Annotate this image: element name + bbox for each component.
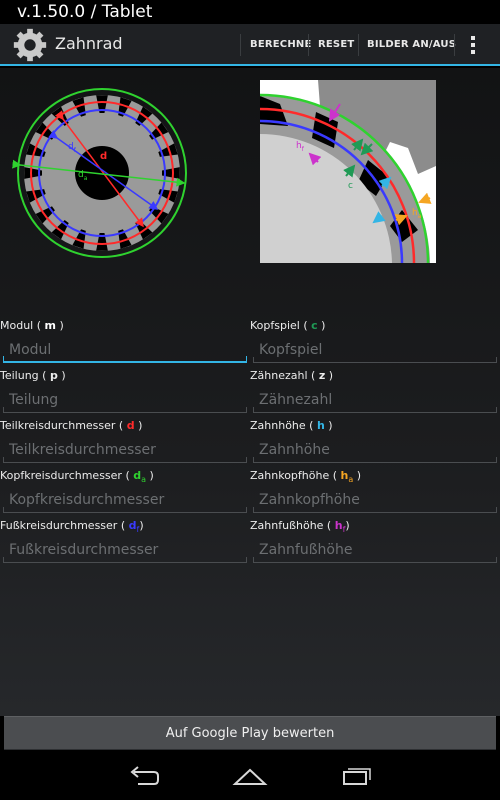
label-c: c [348,181,353,191]
fusskreisdurchmesser-input[interactable] [3,533,247,561]
fusskreisdurchmesser-field[interactable] [3,533,247,563]
separator [240,34,241,56]
window-title: v.1.50.0 / Tablet [17,2,153,22]
berechne-button[interactable]: BERECHNE [250,24,312,66]
overflow-menu-icon[interactable] [462,24,484,66]
navigation-bar [0,752,500,800]
app-title: Zahnrad [55,34,123,53]
recents-icon[interactable] [336,762,376,790]
zaehnezahl-label: Zähnezahl ( z ) [250,369,334,382]
home-icon[interactable] [230,762,270,790]
kopfspiel-label: Kopfspiel ( c ) [250,319,326,332]
teilkreisdurchmesser-input[interactable] [3,433,247,461]
teilung-label: Teilung ( p ) [0,369,66,382]
zahnhoehe-field[interactable] [253,433,497,463]
zahnfusshoehe-label: Zahnfußhöhe ( hf) [250,519,350,535]
main-content: df d da hf c ha Modul (m) Modul Teilun… [0,68,500,716]
zahnkopfhoehe-label: Zahnkopfhöhe ( ha ) [250,469,362,485]
separator [454,34,455,56]
zahnkopfhoehe-input[interactable] [253,483,497,511]
teilkreisdurchmesser-label: Teilkreisdurchmesser ( d ) [0,419,143,432]
action-bar: Zahnrad BERECHNE RESET BILDER AN/AUS [0,24,500,66]
rate-on-google-play-button[interactable]: Auf Google Play bewerten [4,716,496,750]
zahnhoehe-input[interactable] [253,433,497,461]
kopfspiel-input[interactable] [253,333,497,361]
fusskreisdurchmesser-label: Fußkreisdurchmesser ( df) [0,519,144,535]
separator [308,34,309,56]
zahnhoehe-label: Zahnhöhe ( h ) [250,419,333,432]
back-icon[interactable] [124,762,164,790]
zaehnezahl-field[interactable] [253,383,497,413]
gear-diagram-full: df d da [12,88,187,258]
zahnfusshoehe-field[interactable] [253,533,497,563]
kopfkreisdurchmesser-label: Kopfkreisdurchmesser ( da ) [0,469,154,485]
teilung-field[interactable] [3,383,247,413]
kopfspiel-field[interactable] [253,333,497,363]
modul-field[interactable] [3,333,247,363]
teilkreisdurchmesser-field[interactable] [3,433,247,463]
kopfkreisdurchmesser-input[interactable] [3,483,247,511]
bilder-toggle-button[interactable]: BILDER AN/AUS [367,24,456,66]
kopfkreisdurchmesser-field[interactable] [3,483,247,513]
zahnkopfhoehe-field[interactable] [253,483,497,513]
modul-input[interactable] [3,333,247,361]
title-bar: v.1.50.0 / Tablet [0,0,500,24]
zaehnezahl-input[interactable] [253,383,497,411]
gear-icon[interactable] [11,26,49,64]
gear-detail-diagram: hf c ha [260,80,436,263]
separator [358,34,359,56]
reset-button[interactable]: RESET [318,24,354,66]
teilung-input[interactable] [3,383,247,411]
label-d: d [100,151,107,162]
zahnfusshoehe-input[interactable] [253,533,497,561]
modul-label: Modul ( m ) [0,319,64,332]
